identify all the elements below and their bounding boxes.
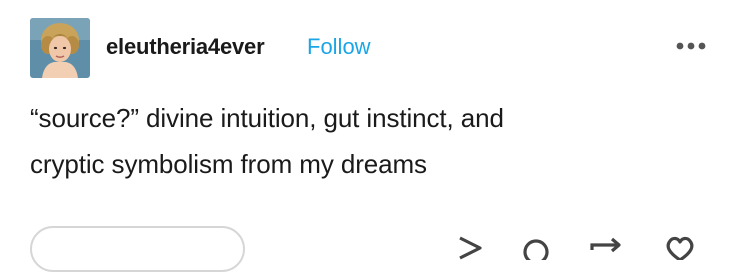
reblog-button[interactable] bbox=[586, 230, 626, 260]
heart-icon bbox=[666, 236, 694, 262]
more-options-icon bbox=[676, 42, 706, 50]
share-button[interactable] bbox=[450, 230, 490, 260]
post-text-line: “source?” divine intuition, gut instinct… bbox=[30, 103, 504, 133]
post-card: eleutheria4ever Follow “source?” divine … bbox=[0, 0, 734, 272]
post-body: “source?” divine intuition, gut instinct… bbox=[30, 95, 710, 187]
reply-icon bbox=[523, 239, 549, 265]
share-icon bbox=[459, 236, 482, 260]
reblog-icon bbox=[590, 237, 621, 253]
post-text-line: cryptic symbolism from my dreams bbox=[30, 149, 427, 179]
reply-button[interactable] bbox=[516, 230, 556, 265]
avatar-image bbox=[30, 18, 90, 78]
more-options-button[interactable] bbox=[670, 30, 714, 60]
follow-button[interactable]: Follow bbox=[307, 34, 371, 60]
like-button[interactable] bbox=[660, 230, 700, 262]
avatar[interactable] bbox=[30, 18, 90, 78]
notes-button[interactable] bbox=[30, 226, 245, 272]
username[interactable]: eleutheria4ever bbox=[106, 34, 265, 60]
